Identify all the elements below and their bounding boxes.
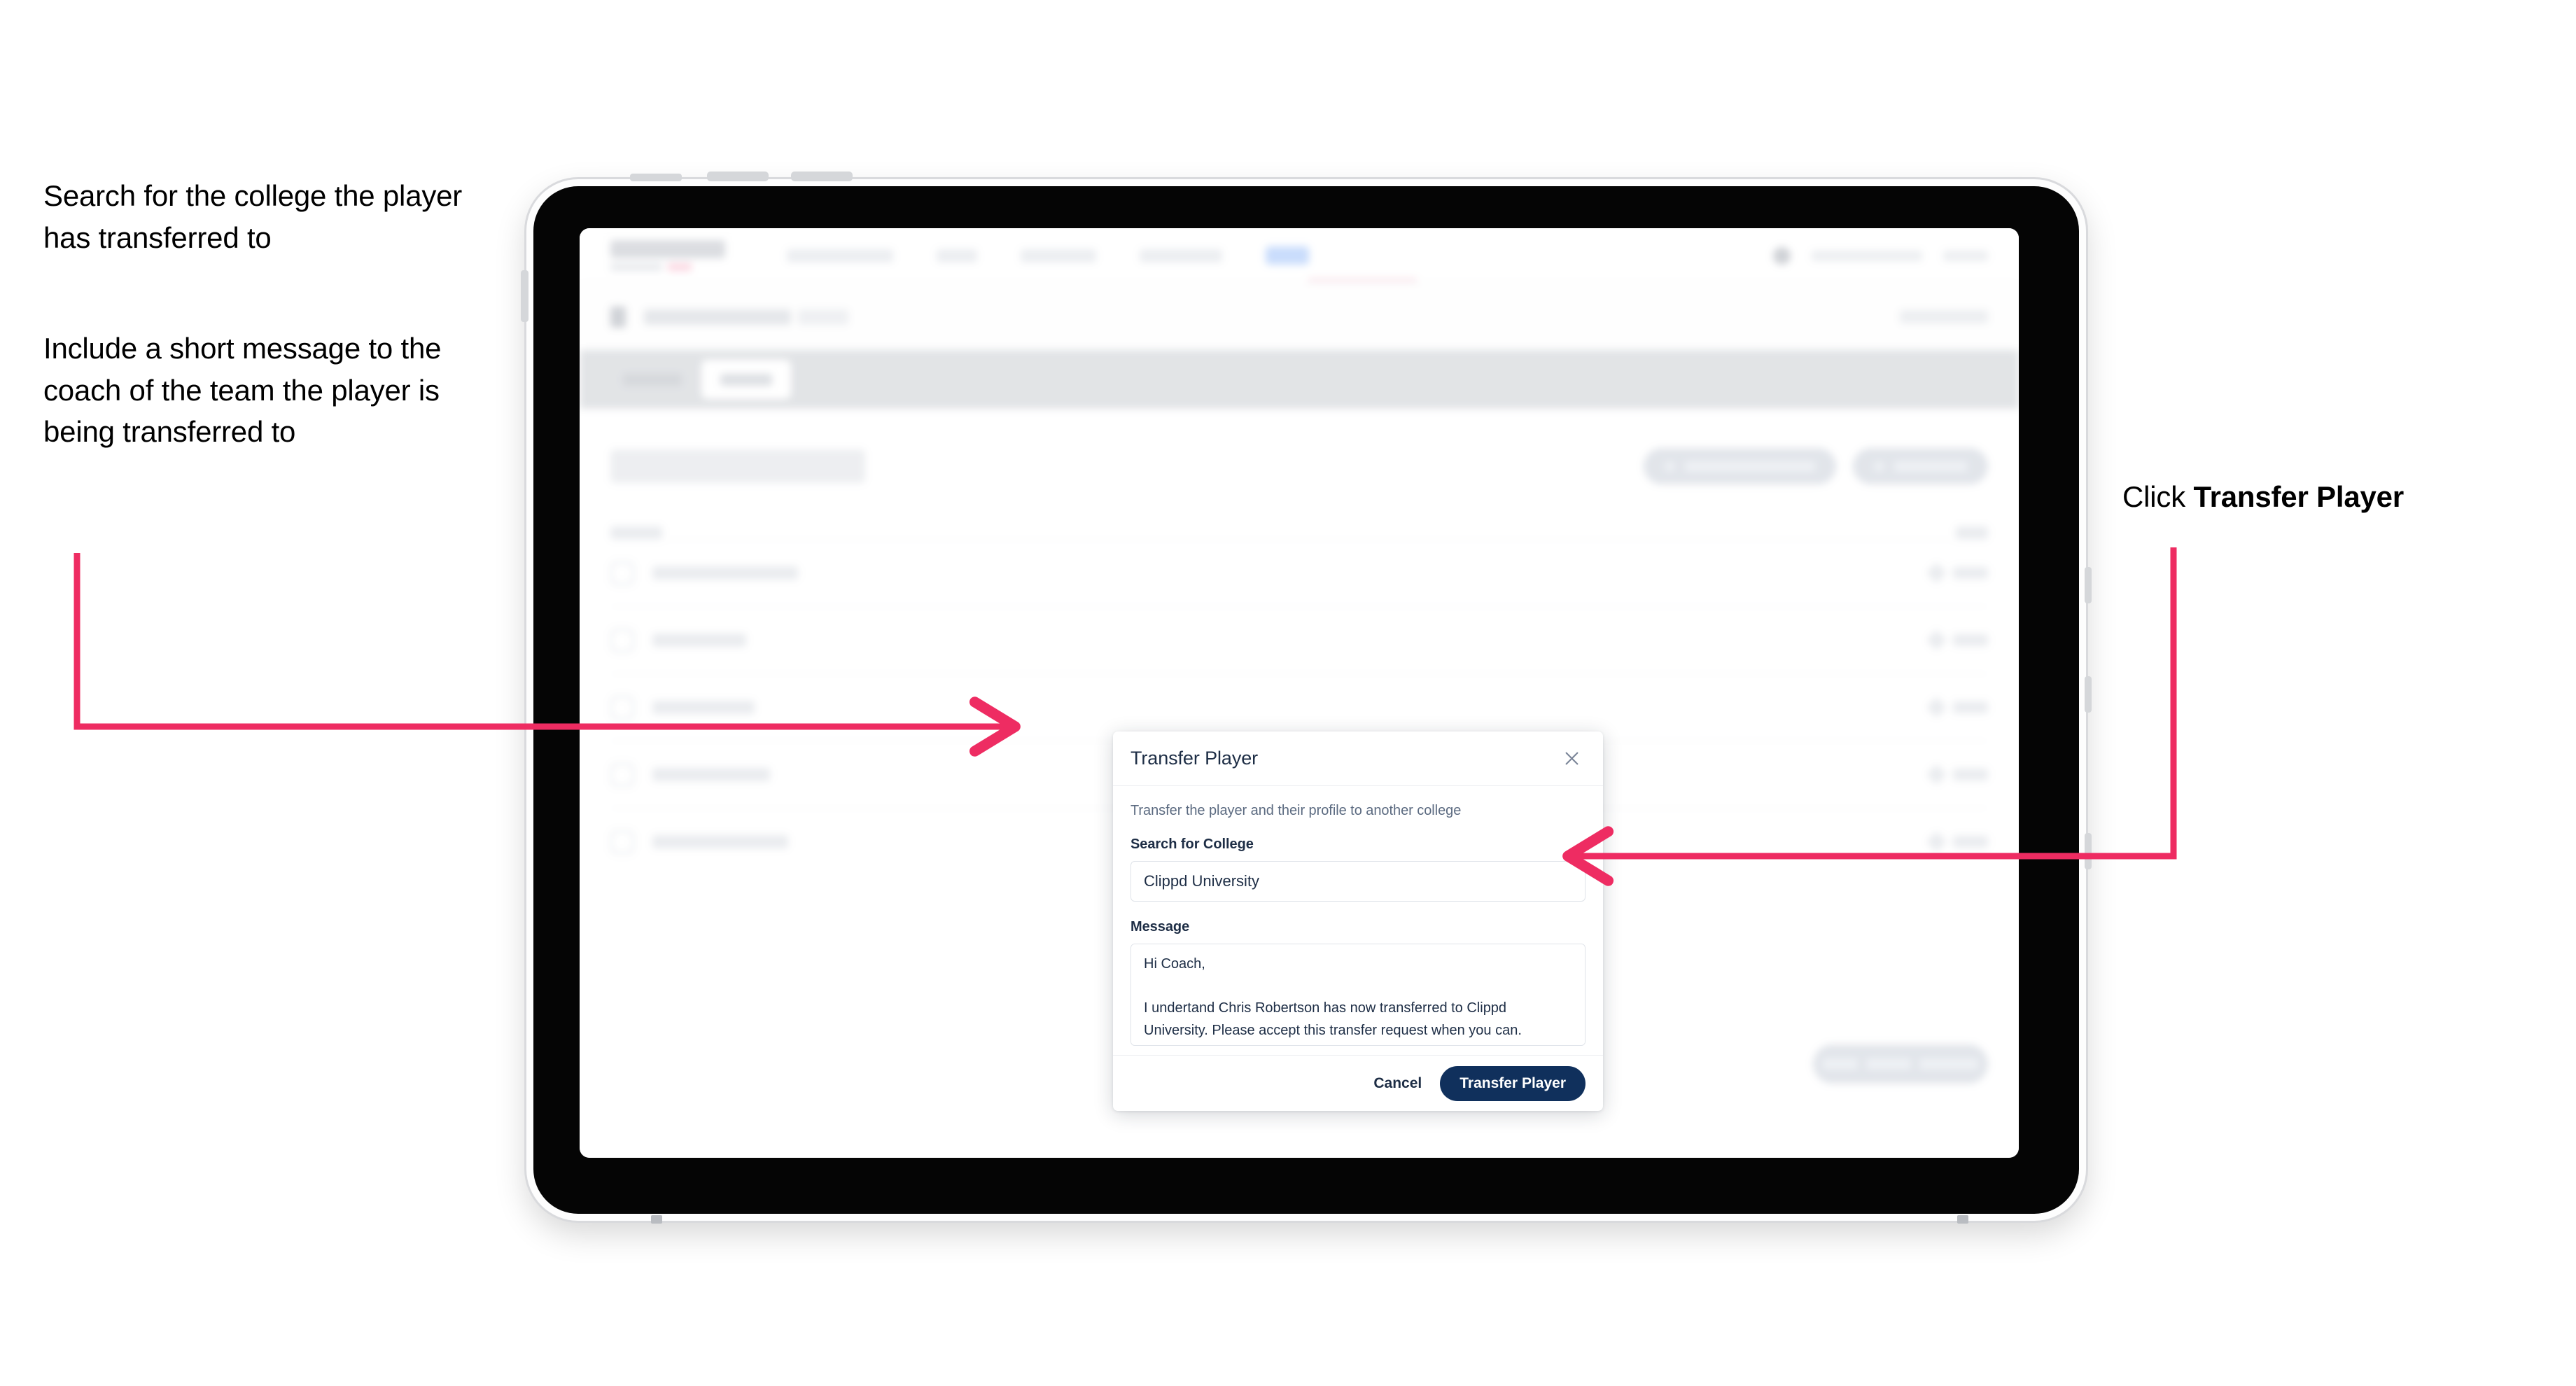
device-button: [630, 174, 682, 181]
device-button: [791, 172, 853, 181]
message-label: Message: [1130, 919, 1190, 934]
modal-title: Transfer Player: [1130, 748, 1259, 769]
device-speaker: [651, 1215, 662, 1224]
annotation-include-message: Include a short message to the coach of …: [43, 332, 442, 449]
modal-header: Transfer Player: [1113, 732, 1603, 786]
transfer-player-button[interactable]: Transfer Player: [1440, 1065, 1586, 1101]
modal-body: Transfer the player and their profile to…: [1113, 786, 1603, 1055]
device-button: [2085, 833, 2092, 869]
annotation-search-college: Search for the college the player has tr…: [43, 179, 463, 254]
message-textarea[interactable]: Hi Coach, I undertand Chris Robertson ha…: [1130, 944, 1586, 1046]
cancel-button[interactable]: Cancel: [1373, 1075, 1422, 1092]
device-speaker: [1957, 1215, 1968, 1224]
screenshot-canvas: Search for the college the player has tr…: [0, 0, 2576, 1386]
device-button: [2085, 567, 2092, 603]
transfer-player-modal: Transfer Player Transfer the player and …: [1113, 732, 1603, 1111]
modal-footer: Cancel Transfer Player: [1113, 1055, 1603, 1111]
modal-description: Transfer the player and their profile to…: [1130, 803, 1462, 818]
device-button: [2085, 676, 2092, 713]
annotation-click-transfer-player: Click Transfer Player: [2122, 476, 2556, 518]
annotation-right-bold: Transfer Player: [2193, 480, 2404, 513]
close-icon[interactable]: [1558, 745, 1586, 773]
annotation-right-prefix: Click: [2122, 480, 2194, 513]
search-college-label: Search for College: [1130, 836, 1254, 852]
search-college-input[interactable]: [1130, 861, 1586, 902]
device-button: [707, 172, 769, 181]
device-power-button: [521, 270, 528, 322]
tablet-device-frame: Transfer Player Transfer the player and …: [521, 172, 2092, 1224]
tablet-screen: Transfer Player Transfer the player and …: [580, 228, 2019, 1158]
